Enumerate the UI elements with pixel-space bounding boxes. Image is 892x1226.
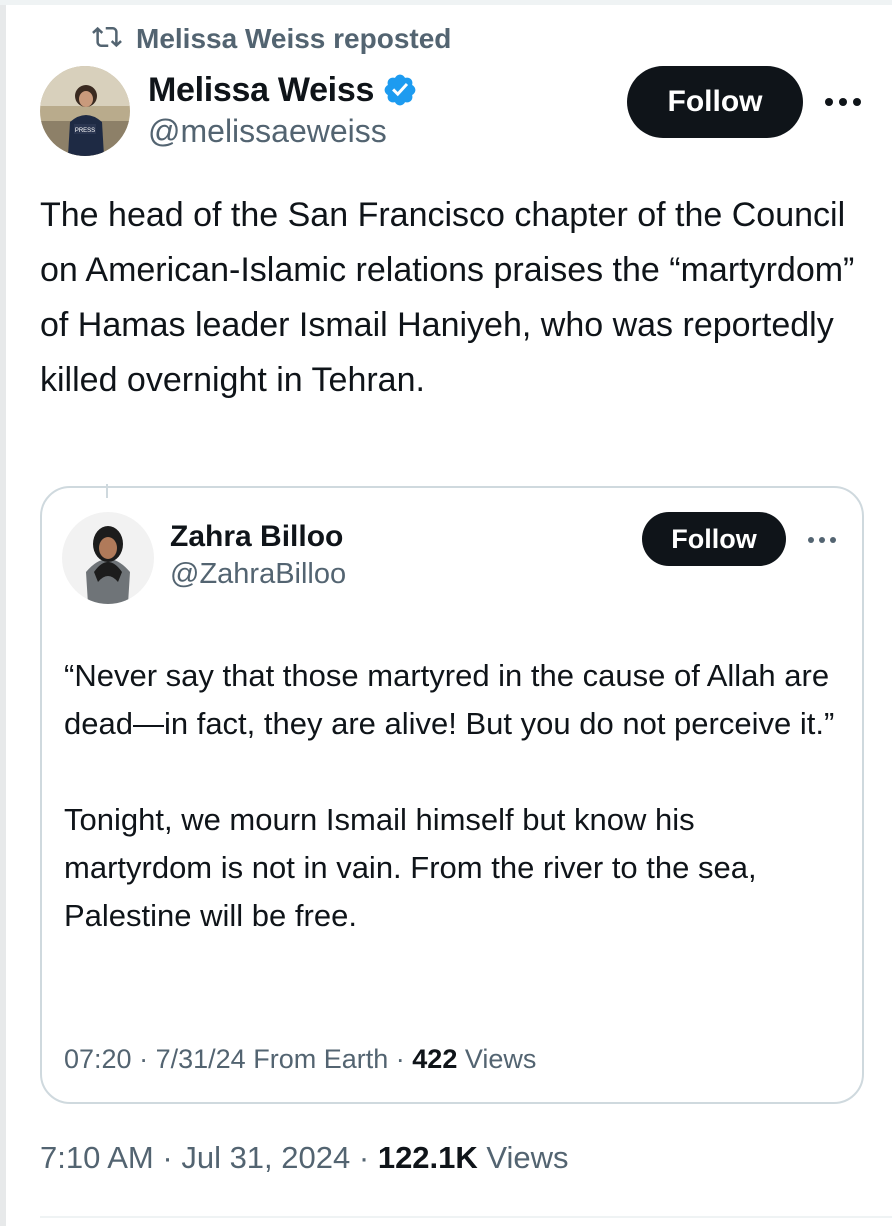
repost-icon xyxy=(92,22,122,57)
author-handle[interactable]: @melissaeweiss xyxy=(148,113,387,150)
tweet-date[interactable]: Jul 31, 2024 xyxy=(181,1140,350,1175)
follow-button[interactable]: Follow xyxy=(627,66,803,138)
svg-text:PRESS: PRESS xyxy=(75,128,95,134)
quoted-meta-separator-2: · xyxy=(395,1044,405,1074)
author-avatar[interactable]: PRESS xyxy=(40,66,130,156)
quoted-tweet-date: 7/31/24 xyxy=(155,1044,246,1074)
quote-connector xyxy=(106,484,108,498)
quoted-author-name[interactable]: Zahra Billoo xyxy=(170,520,343,554)
tweet-views-count[interactable]: 122.1K xyxy=(378,1140,478,1175)
quoted-author-avatar[interactable] xyxy=(62,512,154,604)
window-frame-top xyxy=(0,0,892,5)
author-name-row[interactable]: Melissa Weiss xyxy=(148,70,418,110)
tweet-text: The head of the San Francisco chapter of… xyxy=(40,196,864,399)
repost-indicator[interactable]: Melissa Weiss reposted xyxy=(92,22,451,56)
quoted-more-options-icon[interactable] xyxy=(804,532,840,548)
tweet-meta-separator-2: · xyxy=(358,1140,370,1175)
tweet-time[interactable]: 7:10 AM xyxy=(40,1140,154,1175)
quoted-tweet-meta: 07:20 · 7/31/24 From Earth · 422 Views xyxy=(64,1044,536,1075)
window-frame-left xyxy=(0,0,6,1226)
tweet-meta-separator: · xyxy=(162,1140,173,1175)
tweet-views-label: Views xyxy=(486,1140,569,1175)
quoted-author-handle[interactable]: @ZahraBilloo xyxy=(170,558,346,591)
more-options-icon[interactable] xyxy=(820,88,866,116)
quoted-follow-button[interactable]: Follow xyxy=(642,512,786,566)
tweet-meta: 7:10 AM · Jul 31, 2024 · 122.1K Views xyxy=(40,1140,569,1176)
repost-label: Melissa Weiss reposted xyxy=(136,23,452,54)
verified-badge-icon xyxy=(382,72,418,108)
quoted-views-label: Views xyxy=(464,1044,537,1074)
quoted-tweet-text: “Never say that those martyred in the ca… xyxy=(64,658,835,933)
author-name[interactable]: Melissa Weiss xyxy=(148,71,374,110)
quoted-tweet-time: 07:20 xyxy=(64,1044,132,1074)
quoted-tweet-source: From Earth xyxy=(253,1044,389,1074)
quoted-meta-separator: · xyxy=(139,1044,149,1074)
divider xyxy=(40,1216,892,1218)
quoted-views-count: 422 xyxy=(412,1044,458,1074)
